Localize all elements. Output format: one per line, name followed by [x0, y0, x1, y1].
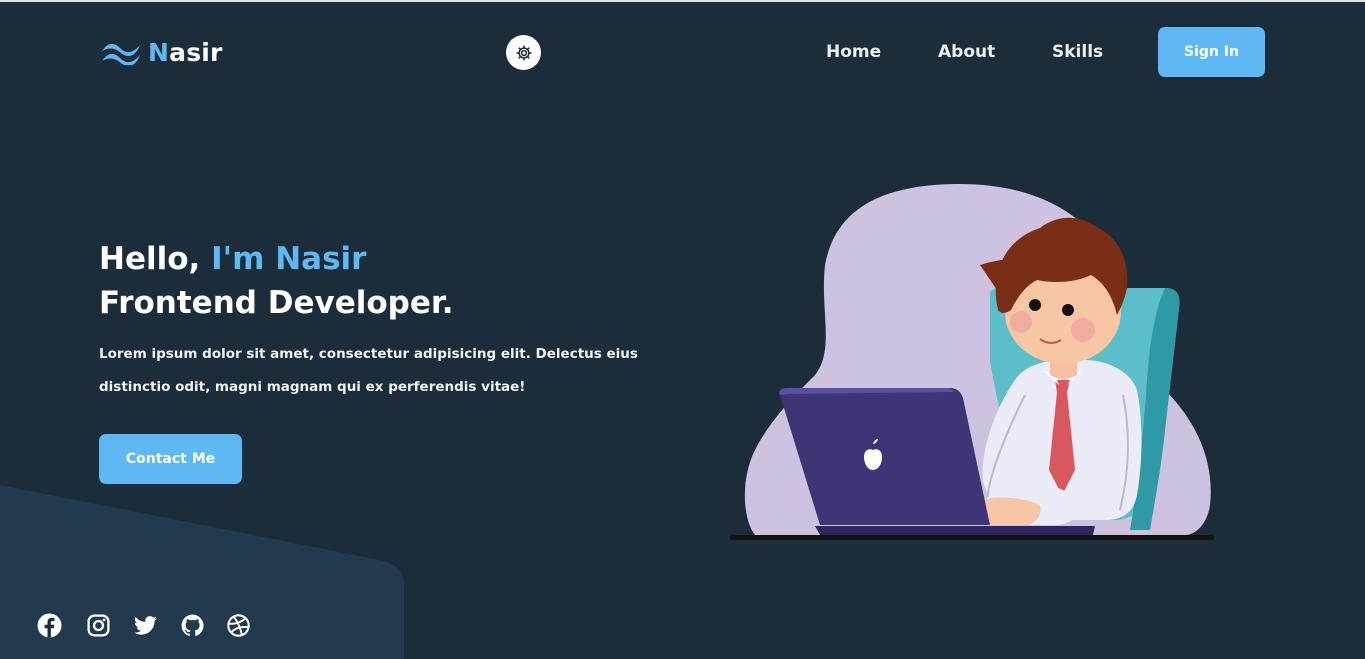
nav-link-about[interactable]: About [938, 40, 995, 64]
theme-toggle-button[interactable] [506, 35, 541, 70]
nav-link-home[interactable]: Home [826, 40, 881, 64]
logo-text: Nasir [148, 37, 223, 67]
laptop-base [815, 526, 1095, 535]
twitter-icon[interactable] [133, 613, 158, 638]
facebook-icon[interactable] [37, 613, 62, 638]
hero-description: Lorem ipsum dolor sit amet, consectetur … [99, 346, 638, 395]
dribbble-icon[interactable] [226, 613, 251, 638]
sign-in-button[interactable]: Sign In [1158, 27, 1265, 77]
github-icon[interactable] [180, 613, 205, 638]
hero-role: Frontend Developer. [99, 285, 454, 321]
developer-with-laptop-illustration [730, 183, 1214, 540]
wave-logo-icon [102, 43, 140, 65]
brand-logo[interactable]: Nasir [100, 34, 223, 70]
hero-greeting: Hello, I'm Nasir [99, 241, 367, 277]
nav-link-skills[interactable]: Skills [1052, 40, 1103, 64]
desk-line [730, 535, 1214, 540]
instagram-icon[interactable] [86, 613, 111, 638]
contact-me-button[interactable]: Contact Me [99, 434, 242, 484]
top-border [0, 0, 1365, 2]
gear-icon [516, 45, 531, 60]
hero-name: I'm Nasir [211, 241, 367, 277]
